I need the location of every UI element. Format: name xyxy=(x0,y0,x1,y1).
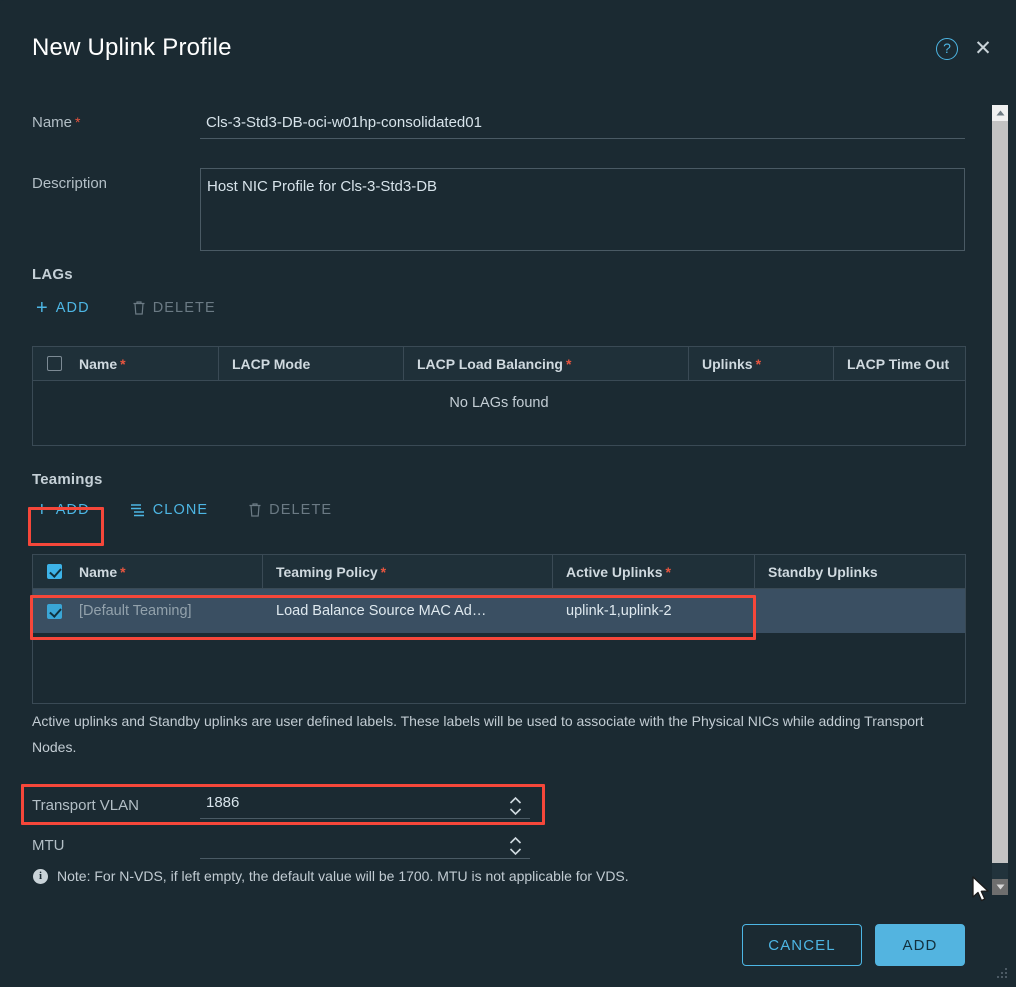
scrollbar-thumb[interactable] xyxy=(992,121,1008,863)
required-indicator: * xyxy=(565,355,572,372)
dialog-content: Name* Description Host NIC Profile for C… xyxy=(0,88,968,898)
required-indicator: * xyxy=(380,563,387,580)
teamings-add-label: ADD xyxy=(55,502,90,518)
teamings-clone-label: CLONE xyxy=(152,502,209,518)
new-uplink-profile-dialog: New Uplink Profile ? ✕ Name* Description… xyxy=(0,0,1016,987)
mtu-note-text: Note: For N-VDS, if left empty, the defa… xyxy=(57,868,629,884)
teamings-table-header: Name * Teaming Policy * Active Uplinks * St… xyxy=(33,554,965,589)
teamings-header-checkbox-cell xyxy=(33,555,75,589)
transport-vlan-row: Transport VLAN xyxy=(32,792,530,819)
trash-icon xyxy=(132,300,146,316)
lags-add-button[interactable]: + ADD xyxy=(30,296,96,320)
name-input[interactable] xyxy=(200,112,965,139)
required-indicator: * xyxy=(755,355,762,372)
transport-vlan-input[interactable] xyxy=(200,792,530,819)
table-row[interactable]: [Default Teaming] Load Balance Source MA… xyxy=(33,589,965,633)
info-icon: i xyxy=(33,868,48,884)
stepper-arrows-icon[interactable] xyxy=(509,796,522,815)
chevron-down-icon xyxy=(996,884,1004,890)
lags-col-uplinks[interactable]: Uplinks * xyxy=(689,346,834,381)
dialog-titlebar: New Uplink Profile ? ✕ xyxy=(0,0,1016,88)
teamings-delete-label: DELETE xyxy=(269,502,333,518)
row-checkbox-cell xyxy=(33,589,75,633)
row-select-checkbox[interactable] xyxy=(46,603,62,619)
trash-icon xyxy=(248,502,262,518)
lags-delete-label: DELETE xyxy=(152,300,216,316)
lags-col-lacp-time-out[interactable]: LACP Time Out xyxy=(834,347,965,381)
resize-grip[interactable] xyxy=(995,966,1009,980)
add-button[interactable]: ADD xyxy=(875,924,965,966)
required-indicator: * xyxy=(75,114,81,130)
lags-table-header: Name * LACP Mode LACP Load Balancing * Upl… xyxy=(33,346,965,381)
teamings-select-all-checkbox[interactable] xyxy=(46,564,62,579)
lags-col-name[interactable]: Name * xyxy=(75,346,219,381)
name-label: Name * xyxy=(32,114,81,131)
teamings-toolbar: + ADD CLONE DELETE xyxy=(30,498,338,522)
plus-icon: + xyxy=(36,297,49,319)
required-indicator: * xyxy=(120,563,126,580)
row-active-uplinks: uplink-1,uplink-2 xyxy=(566,603,672,619)
lags-add-label: ADD xyxy=(55,300,90,316)
lags-section-title: LAGs xyxy=(32,266,73,283)
scroll-down-button[interactable] xyxy=(992,879,1008,895)
mtu-input-wrap xyxy=(200,832,530,859)
chevron-up-icon xyxy=(996,110,1004,116)
titlebar-actions: ? ✕ xyxy=(936,38,994,60)
required-indicator: * xyxy=(665,563,671,580)
teamings-clone-button[interactable]: CLONE xyxy=(124,498,214,522)
lags-table: Name * LACP Mode LACP Load Balancing * Upl… xyxy=(32,346,966,446)
lags-col-lacp-load-balancing[interactable]: LACP Load Balancing * xyxy=(404,346,689,381)
mtu-note: i Note: For N-VDS, if left empty, the de… xyxy=(33,868,629,884)
name-field-row: Name * xyxy=(32,112,965,139)
lags-delete-button[interactable]: DELETE xyxy=(126,296,222,320)
help-circle-icon[interactable]: ? xyxy=(936,38,958,60)
mtu-label: MTU xyxy=(32,836,65,854)
vertical-scrollbar[interactable] xyxy=(992,105,1008,895)
teamings-add-button[interactable]: + ADD xyxy=(30,498,96,522)
plus-icon: + xyxy=(36,499,49,521)
teamings-section-title: Teamings xyxy=(32,471,103,488)
row-name: [Default Teaming] xyxy=(79,603,192,619)
stepper-arrows-icon[interactable] xyxy=(509,836,522,855)
lags-col-lacp-mode[interactable]: LACP Mode xyxy=(219,346,404,381)
mtu-row: MTU xyxy=(32,832,530,859)
lags-empty-message: No LAGs found xyxy=(449,395,549,411)
teamings-delete-button[interactable]: DELETE xyxy=(242,498,338,522)
close-icon[interactable]: ✕ xyxy=(972,38,994,60)
teamings-helper-text: Active uplinks and Standby uplinks are u… xyxy=(32,713,924,755)
cancel-button[interactable]: CANCEL xyxy=(742,924,862,966)
page-title: New Uplink Profile xyxy=(32,34,232,61)
transport-vlan-label: Transport VLAN xyxy=(32,796,139,814)
teamings-col-teaming-policy[interactable]: Teaming Policy * xyxy=(263,554,553,589)
teamings-col-active-uplinks[interactable]: Active Uplinks * xyxy=(553,554,755,589)
mtu-input[interactable] xyxy=(200,832,530,859)
teamings-col-standby-uplinks[interactable]: Standby Uplinks xyxy=(755,555,965,589)
lags-header-checkbox-cell xyxy=(33,347,75,381)
row-teaming-policy: Load Balance Source MAC Ad… xyxy=(276,603,487,619)
description-field-row: Description Host NIC Profile for Cls-3-S… xyxy=(32,168,965,251)
row-standby-uplinks xyxy=(755,589,965,633)
dialog-footer: CANCEL ADD xyxy=(0,898,1016,987)
required-indicator: * xyxy=(120,355,126,372)
description-textarea[interactable]: Host NIC Profile for Cls-3-Std3-DB xyxy=(200,168,965,251)
lags-toolbar: + ADD DELETE xyxy=(30,296,222,320)
clone-icon xyxy=(130,503,146,517)
transport-vlan-input-wrap xyxy=(200,792,530,819)
description-label: Description xyxy=(32,175,108,192)
scroll-up-button[interactable] xyxy=(992,105,1008,121)
teamings-table: Name * Teaming Policy * Active Uplinks * St… xyxy=(32,554,966,704)
lags-select-all-checkbox[interactable] xyxy=(46,356,62,371)
teamings-col-name[interactable]: Name * xyxy=(75,554,263,589)
